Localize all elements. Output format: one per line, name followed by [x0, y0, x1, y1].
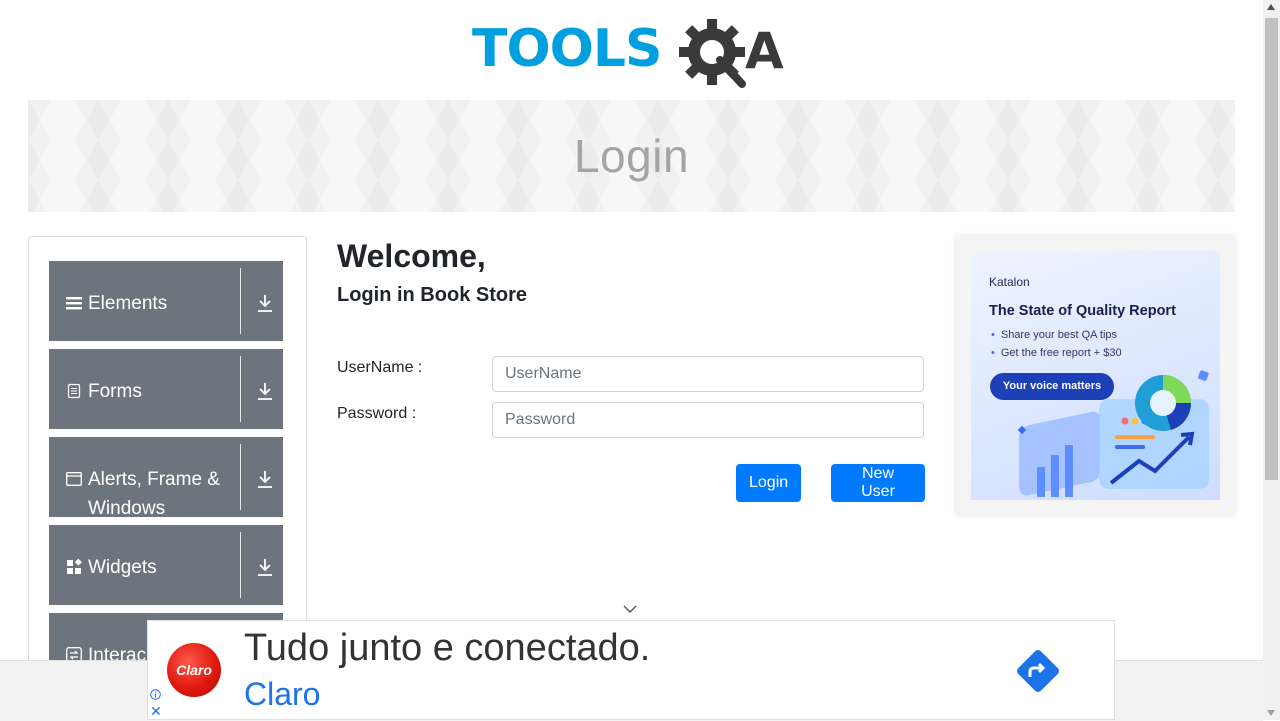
ad-close-icon[interactable]: ✕ [150, 704, 162, 718]
svg-text:TOOLS: TOOLS [472, 19, 661, 79]
claro-logo: Claro [167, 643, 221, 697]
ad-brand: Katalon [989, 275, 1038, 395]
scroll-down-icon[interactable] [1267, 710, 1275, 716]
divider [240, 532, 241, 598]
login-subtitle: Login in Book Store [337, 284, 527, 306]
download-icon[interactable] [256, 557, 274, 577]
username-input[interactable] [492, 356, 924, 392]
hamburger-icon [66, 297, 82, 310]
download-icon[interactable] [256, 293, 274, 313]
page-title: Login [573, 130, 690, 182]
sidebar-group-forms[interactable]: Forms [49, 349, 283, 429]
scroll-up-icon[interactable] [1267, 4, 1275, 10]
document-icon [67, 383, 81, 399]
sidebar-group-label: Forms [88, 381, 142, 402]
download-icon[interactable] [256, 381, 274, 401]
divider [240, 444, 241, 510]
sidebar-group-elements[interactable]: Elements [49, 261, 283, 341]
ad-bullet: Get the free report + $30 [991, 347, 1122, 359]
password-label: Password : [337, 405, 417, 422]
ad-bullet: Share your best QA tips [991, 329, 1117, 341]
svg-text:A: A [745, 22, 784, 80]
ad-info-icon[interactable] [150, 689, 161, 700]
ad-advertiser[interactable]: Claro [244, 676, 320, 713]
sidebar-group-widgets[interactable]: Widgets [49, 525, 283, 605]
sidebar-group-label: Elements [88, 293, 168, 314]
ad-brand-name: Katalon [989, 275, 1030, 289]
katalon-ad[interactable]: Katalon The State of Quality Report Shar… [971, 251, 1220, 500]
page-banner: Login [28, 100, 1235, 212]
divider [240, 356, 241, 422]
report-illustration-icon [1017, 370, 1209, 497]
directions-arrow-icon[interactable] [1014, 647, 1062, 695]
vertical-scrollbar[interactable] [1263, 0, 1280, 720]
sidebar-group-alerts[interactable]: Alerts, Frame & Windows [49, 437, 283, 519]
ad-headline: Tudo junto e conectado. [244, 627, 651, 669]
download-icon[interactable] [256, 469, 274, 489]
login-button[interactable]: Login [736, 464, 801, 502]
chevron-down-icon[interactable] [622, 604, 638, 614]
username-label: UserName : [337, 359, 423, 376]
sidebar: Elements Forms Alerts, Frame & Windows W… [28, 236, 307, 678]
ad-title: The State of Quality Report [989, 303, 1176, 319]
divider [240, 268, 241, 334]
widgets-icon [67, 559, 82, 574]
bottom-ad-banner[interactable]: Claro Tudo junto e conectado. Claro ✕ [147, 620, 1115, 720]
new-user-button[interactable]: New User [831, 464, 925, 502]
toolsqa-logo[interactable]: TOOLS A [472, 14, 796, 92]
scrollbar-thumb[interactable] [1265, 18, 1278, 480]
welcome-heading: Welcome, [337, 238, 486, 274]
sidebar-group-label: Widgets [88, 557, 157, 578]
sidebar-group-label: Alerts, Frame & Windows [88, 469, 220, 519]
password-input[interactable] [492, 402, 924, 438]
window-icon [66, 472, 82, 486]
